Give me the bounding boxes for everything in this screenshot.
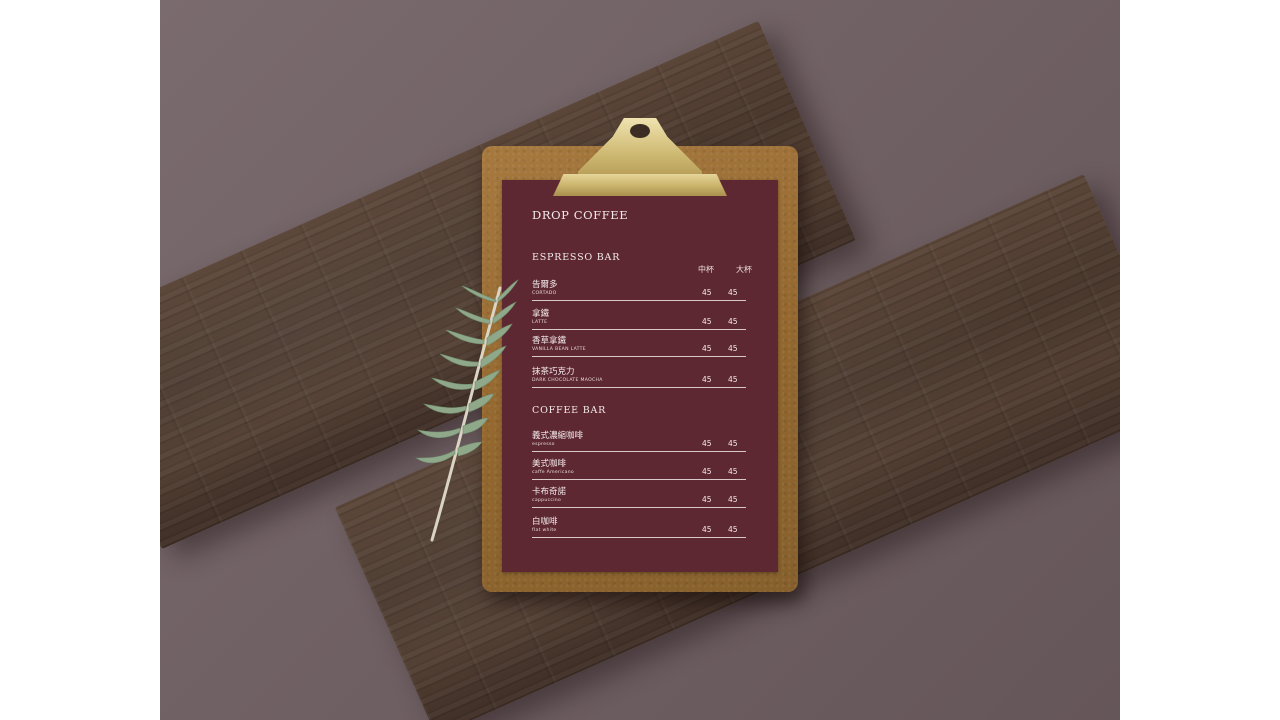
section-title-espresso: ESPRESSO BAR (532, 252, 621, 263)
price-large: 45 (728, 439, 738, 448)
price-large: 45 (728, 288, 738, 297)
menu-title: DROP COFFEE (532, 208, 629, 222)
item-name-zh: 告爾多 (532, 280, 558, 290)
item-name-en: flat white (532, 528, 557, 533)
item-name-en: caffe Americano (532, 470, 575, 475)
item-name-zh: 美式咖啡 (532, 459, 567, 469)
menu-item: 抹茶巧克力 DARK CHOCOLATE MAOCHA 45 45 (532, 365, 746, 388)
menu-item: 義式濃縮咖啡 espresso 45 45 (532, 429, 746, 452)
size-header: 中杯 大杯 (698, 264, 752, 275)
item-name-zh: 白咖啡 (532, 517, 558, 527)
menu-item: 白咖啡 flat white 45 45 (532, 515, 746, 538)
item-name-en: CORTADO (532, 291, 557, 296)
price-large: 45 (728, 525, 738, 534)
price-medium: 45 (702, 344, 712, 353)
clip-base (553, 174, 727, 196)
item-name-zh: 義式濃縮咖啡 (532, 431, 584, 441)
item-name-zh: 拿鐵 (532, 309, 550, 319)
price-large: 45 (728, 375, 738, 384)
price-medium: 45 (702, 525, 712, 534)
item-name-en: DARK CHOCOLATE MAOCHA (532, 378, 603, 383)
item-name-en: VANILLA BEAN LATTE (532, 347, 586, 352)
size-label-medium: 中杯 (698, 265, 714, 274)
menu-item: 告爾多 CORTADO 45 45 (532, 278, 746, 301)
price-large: 45 (728, 467, 738, 476)
price-large: 45 (728, 317, 738, 326)
menu-item: 香草拿鐵 VANILLA BEAN LATTE 45 45 (532, 334, 746, 357)
price-medium: 45 (702, 375, 712, 384)
item-name-en: espresso (532, 442, 555, 447)
clip-hole (630, 124, 650, 138)
price-large: 45 (728, 344, 738, 353)
size-label-large: 大杯 (736, 265, 752, 274)
price-medium: 45 (702, 467, 712, 476)
item-name-zh: 卡布奇諾 (532, 487, 567, 497)
item-name-en: cappuccino (532, 498, 562, 503)
price-medium: 45 (702, 288, 712, 297)
section-title-coffee: COFFEE BAR (532, 405, 607, 416)
price-medium: 45 (702, 495, 712, 504)
menu-item: 美式咖啡 caffe Americano 45 45 (532, 457, 746, 480)
menu-item: 拿鐵 LATTE 45 45 (532, 307, 746, 330)
photo-scene: DROP COFFEE ESPRESSO BAR 中杯 大杯 告爾多 CORTA… (160, 0, 1120, 720)
price-medium: 45 (702, 317, 712, 326)
price-medium: 45 (702, 439, 712, 448)
rosemary-sprig-icon (415, 279, 519, 542)
item-name-en: LATTE (532, 320, 548, 325)
price-large: 45 (728, 495, 738, 504)
item-name-zh: 抹茶巧克力 (532, 367, 575, 377)
menu-item: 卡布奇諾 cappuccino 45 45 (532, 485, 746, 508)
menu-card: DROP COFFEE ESPRESSO BAR 中杯 大杯 告爾多 CORTA… (502, 180, 778, 572)
item-name-zh: 香草拿鐵 (532, 336, 567, 346)
